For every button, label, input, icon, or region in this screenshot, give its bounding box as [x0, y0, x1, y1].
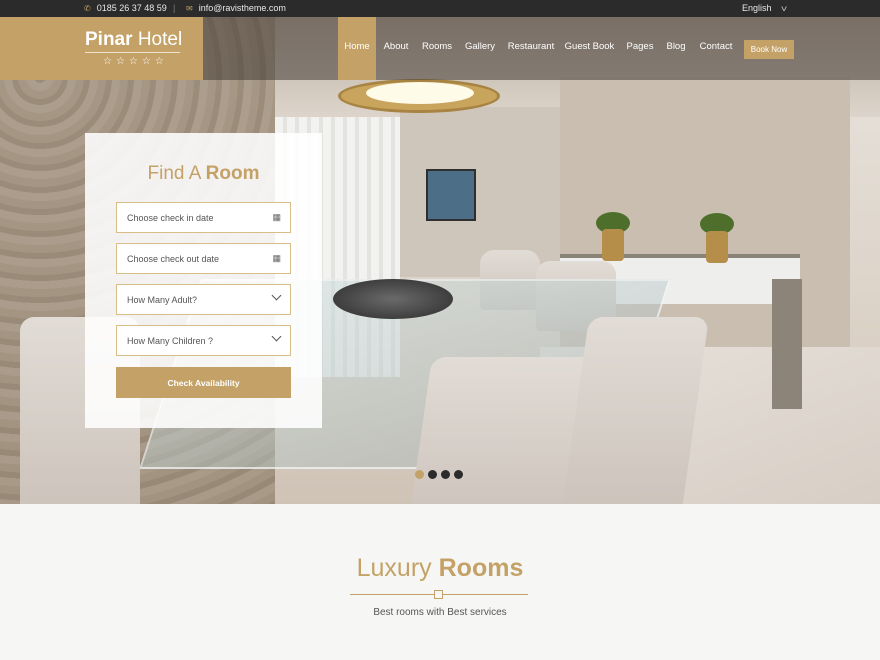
nav-label: Gallery [464, 41, 496, 52]
slider-dot-1[interactable] [415, 470, 424, 479]
nav-home[interactable]: Home [338, 17, 376, 80]
chevron-down-icon: v [780, 3, 787, 13]
nav-label: Restaurant [507, 41, 555, 52]
hero-bowl [333, 279, 453, 319]
slider-pagination [415, 470, 463, 479]
find-room-title: Find A Room [85, 163, 322, 185]
hero-tv [426, 169, 476, 221]
nav-blog[interactable]: Blog [664, 17, 688, 80]
brand-name-light: Hotel [137, 29, 183, 50]
logo-divider [85, 52, 180, 53]
nav-label: Guest Book [564, 41, 615, 52]
nav-label: Home [344, 41, 370, 52]
divider-ornament-icon [434, 590, 443, 599]
children-label: How Many Children ? [127, 335, 214, 346]
rooms-title-light: Luxury [356, 554, 432, 582]
brand-name: Pinar Hotel [85, 29, 182, 51]
checkout-placeholder: Choose check out date [127, 253, 220, 264]
mail-icon: ✉ [186, 3, 193, 13]
email-address: info@ravistheme.com [198, 3, 286, 13]
nav-pages[interactable]: Pages [623, 17, 657, 80]
children-select[interactable]: How Many Children ? [116, 325, 291, 356]
slider-dot-2[interactable] [428, 470, 437, 479]
checkout-date-field[interactable]: Choose check out date ▦ [116, 243, 291, 274]
nav-label: Pages [626, 41, 654, 52]
topbar-separator: | [173, 3, 176, 13]
find-title-bold: Room [205, 163, 260, 184]
language-label: English [742, 3, 772, 13]
email-contact[interactable]: ✉ info@ravistheme.com [186, 3, 286, 13]
star-rating: ☆☆☆☆☆ [103, 56, 168, 67]
brand-name-bold: Pinar [85, 29, 133, 50]
adults-select[interactable]: How Many Adult? [116, 284, 291, 315]
logo[interactable]: Pinar Hotel ☆☆☆☆☆ [0, 17, 203, 80]
rooms-section-title: Luxury Rooms [0, 554, 880, 583]
phone-icon: ✆ [84, 3, 91, 13]
check-availability-button[interactable]: Check Availability [116, 367, 291, 398]
calendar-icon: ▦ [272, 212, 281, 222]
hero-lamp-light [366, 82, 474, 104]
adults-label: How Many Adult? [127, 294, 198, 305]
chevron-down-icon [271, 290, 282, 301]
chevron-down-icon [271, 331, 282, 342]
phone-contact[interactable]: ✆ 0185 26 37 48 59 [84, 3, 167, 13]
nav-label: Contact [699, 41, 733, 52]
rooms-title-bold: Rooms [438, 554, 524, 582]
hero-vase [706, 231, 728, 263]
nav-restaurant[interactable]: Restaurant [505, 17, 557, 80]
nav-contact[interactable]: Contact [697, 17, 735, 80]
top-bar: ✆ 0185 26 37 48 59 | ✉ info@ravistheme.c… [0, 0, 880, 17]
nav-gallery[interactable]: Gallery [462, 17, 498, 80]
hero-back-wall [400, 107, 560, 277]
nav-guest-book[interactable]: Guest Book [563, 17, 616, 80]
nav-label: About [383, 41, 409, 52]
slider-dot-4[interactable] [454, 470, 463, 479]
hero-vase [602, 229, 624, 261]
hero-console-leg [772, 279, 802, 409]
language-selector[interactable]: English v [742, 3, 786, 13]
phone-number: 0185 26 37 48 59 [96, 3, 167, 13]
nav-about[interactable]: About [378, 17, 414, 80]
slider-dot-3[interactable] [441, 470, 450, 479]
find-title-light: Find A [147, 163, 201, 184]
checkin-placeholder: Choose check in date [127, 212, 214, 223]
book-now-button[interactable]: Book Now [744, 40, 794, 59]
checkin-date-field[interactable]: Choose check in date ▦ [116, 202, 291, 233]
nav-label: Rooms [421, 41, 453, 52]
nav-label: Blog [666, 41, 686, 52]
nav-rooms[interactable]: Rooms [418, 17, 456, 80]
rooms-section-subtitle: Best rooms with Best services [373, 607, 507, 618]
find-room-panel: Find A Room Choose check in date ▦ Choos… [85, 133, 322, 428]
calendar-icon: ▦ [272, 253, 281, 263]
